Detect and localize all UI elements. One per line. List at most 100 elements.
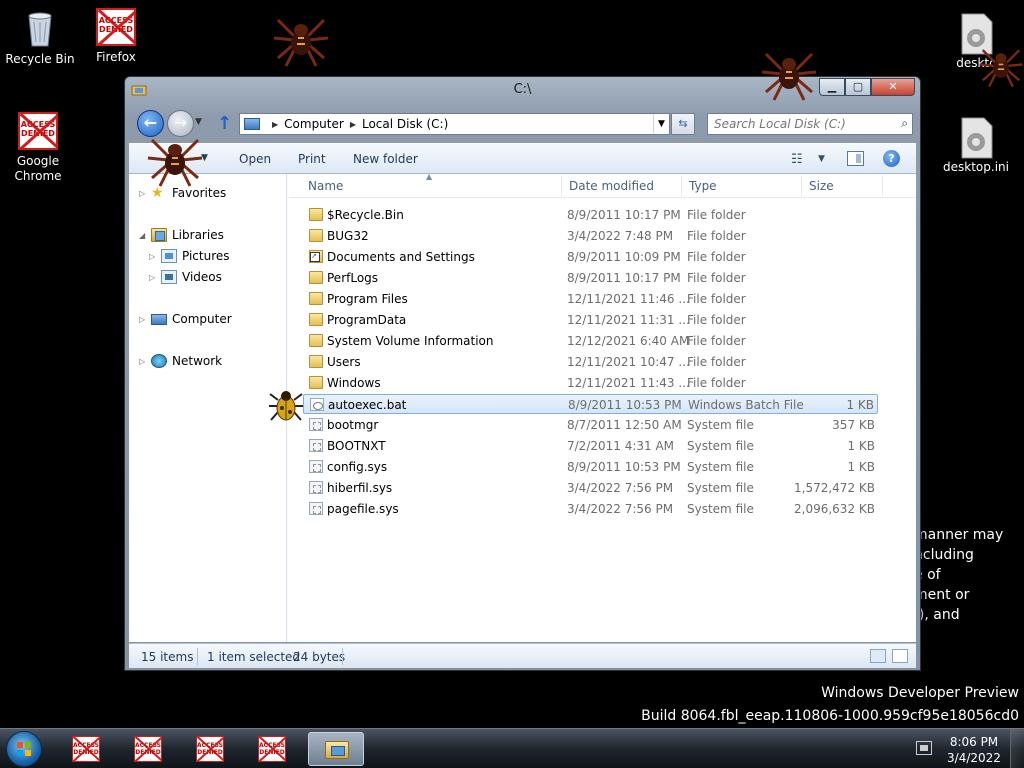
up-icon[interactable]: ↑ [217,115,235,133]
breadcrumb-local-disk[interactable]: Local Disk (C:) [362,117,448,131]
file-name: pagefile.sys [327,502,399,516]
column-divider[interactable] [681,176,682,196]
explorer-window[interactable]: C:\ ▁ ▢ ✕ ← → ▼ ↑ ▶ Computer ▶ Local Dis… [124,76,921,671]
file-date: 8/9/2011 10:17 PM [567,208,681,222]
file-row[interactable]: Program Files 12/11/2021 11:46 ... File fo… [303,289,878,309]
file-date: 8/7/2011 12:50 AM [567,418,682,432]
search-input[interactable] [708,114,888,134]
file-name: Users [327,355,361,369]
recent-pages-dropdown[interactable]: ▼ [195,117,202,127]
address-bar[interactable]: ▶ Computer ▶ Local Disk (C:) ▼ [239,113,670,135]
spider-icon [761,52,817,101]
show-desktop-button[interactable] [1010,729,1024,768]
view-options-icon[interactable]: ☷ [791,152,803,167]
tree-item-favorites[interactable]: ▷ ★ Favorites [139,186,226,200]
column-header-type[interactable]: Type [689,179,717,193]
search-icon[interactable]: ⌕ [901,116,908,131]
file-row[interactable]: Windows 12/11/2021 11:43 ... File folder [303,373,878,393]
file-row[interactable]: BUG32 3/4/2022 7:48 PM File folder [303,226,878,246]
taskbar-button-explorer[interactable] [308,732,364,766]
file-size: 1 KB [847,460,875,474]
status-divider [197,648,198,665]
expand-icon[interactable]: ▷ [139,357,149,366]
system-file-icon [309,418,323,431]
column-divider[interactable] [801,176,802,196]
desktop-icon-firefox[interactable]: ACCESS DENIED Firefox [76,8,156,65]
file-row[interactable]: Documents and Settings 8/9/2011 10:09 PM F… [303,247,878,267]
file-row[interactable]: System Volume Information 12/12/2021 6:40… [303,331,878,351]
status-divider [342,648,343,665]
open-button[interactable]: Open [239,152,271,166]
column-header-name[interactable]: Name [308,179,343,193]
tree-item-libraries[interactable]: ◢ Libraries [139,228,224,242]
address-dropdown-icon[interactable]: ▼ [653,114,669,134]
file-row[interactable]: bootmgr 8/7/2011 12:50 AM System file 357 K… [303,415,878,435]
taskbar-button-denied-2[interactable]: ACCESS DENIED [120,732,176,766]
desktop-icon-desktop-ini[interactable]: desktop.ini [936,116,1016,175]
tree-label: Videos [182,270,222,284]
network-tray-icon[interactable] [916,741,932,755]
breadcrumb-separator-icon[interactable]: ▶ [350,120,356,129]
view-dropdown-icon[interactable]: ▼ [818,154,825,164]
file-type: File folder [687,334,746,348]
tree-item-computer[interactable]: ▷ Computer [139,312,232,326]
file-name: $Recycle.Bin [327,208,404,222]
column-header-date[interactable]: Date modified [569,179,654,193]
file-row[interactable]: pagefile.sys 3/4/2022 7:56 PM System file 2… [303,499,878,519]
file-row[interactable]: ProgramData 12/11/2021 11:31 ... File fold… [303,310,878,330]
column-header-size[interactable]: Size [809,179,834,193]
file-row[interactable]: hiberfil.sys 3/4/2022 7:56 PM System file 1… [303,478,878,498]
expand-icon[interactable]: ▷ [149,273,159,282]
search-box[interactable]: ⌕ [707,113,913,135]
collapse-icon[interactable]: ◢ [139,231,149,240]
taskbar-button-denied-1[interactable]: ACCESS DENIED [58,732,114,766]
column-divider[interactable] [882,176,883,196]
taskbar-button-denied-3[interactable]: ACCESS DENIED [182,732,238,766]
file-row[interactable]: $Recycle.Bin 8/9/2011 10:17 PM File folder [303,205,878,225]
large-icons-view-icon[interactable] [892,649,908,663]
refresh-button[interactable]: ⇆ [671,113,695,135]
tree-label: Pictures [182,249,230,263]
maximize-button[interactable]: ▢ [845,78,871,96]
breadcrumb-computer[interactable]: Computer [284,117,344,131]
file-type: System file [687,502,754,516]
breadcrumb-separator-icon[interactable]: ▶ [272,120,278,129]
start-button[interactable] [6,731,42,767]
file-date: 8/9/2011 10:17 PM [567,271,681,285]
access-denied-icon: ACCESS DENIED [196,736,224,762]
details-view-icon[interactable] [870,649,886,663]
tree-label: Computer [172,312,232,326]
close-button[interactable]: ✕ [871,78,915,96]
file-type: Windows Batch File [688,398,804,412]
tree-item-network[interactable]: ▷ Network [139,354,222,368]
file-row[interactable]: autoexec.bat 8/9/2011 10:53 PM Windows Bat… [303,394,878,414]
taskbar-button-denied-4[interactable]: ACCESS DENIED [244,732,300,766]
tree-item-pictures[interactable]: ▷ Pictures [149,249,230,263]
desktop-icon-recycle-bin[interactable]: Recycle Bin [0,8,80,67]
file-row[interactable]: PerfLogs 8/9/2011 10:17 PM File folder [303,268,878,288]
file-date: 12/11/2021 10:47 ... [567,355,690,369]
new-folder-button[interactable]: New folder [353,152,418,166]
help-icon[interactable]: ? [883,150,900,167]
clock-date: 3/4/2022 [947,751,1001,765]
file-date: 3/4/2022 7:56 PM [567,481,674,495]
file-row[interactable]: Users 12/11/2021 10:47 ... File folder [303,352,878,372]
clock-time: 8:06 PM [949,735,999,749]
file-row[interactable]: config.sys 8/9/2011 10:53 PM System file 1 … [303,457,878,477]
expand-icon[interactable]: ▷ [139,189,149,198]
column-divider[interactable] [561,176,562,196]
selection-count: 1 item selected [207,650,301,664]
desktop-icon-google-chrome[interactable]: ACCESS DENIED Google Chrome [0,112,78,184]
command-bar: ▼ Open Print New folder ☷ ▼ ? [129,143,916,174]
file-name: BUG32 [327,229,369,243]
expand-icon[interactable]: ▷ [139,315,149,324]
star-icon: ★ [151,185,164,201]
tree-label: Favorites [172,186,227,200]
print-button[interactable]: Print [298,152,326,166]
expand-icon[interactable]: ▷ [149,252,159,261]
system-clock[interactable]: 8:06 PM 3/4/2022 [946,734,1002,766]
tree-item-videos[interactable]: ▷ Videos [149,270,222,284]
preview-pane-icon[interactable] [847,151,864,166]
minimize-button[interactable]: ▁ [819,78,845,96]
file-row[interactable]: BOOTNXT 7/2/2011 4:31 AM System file 1 KB [303,436,878,456]
